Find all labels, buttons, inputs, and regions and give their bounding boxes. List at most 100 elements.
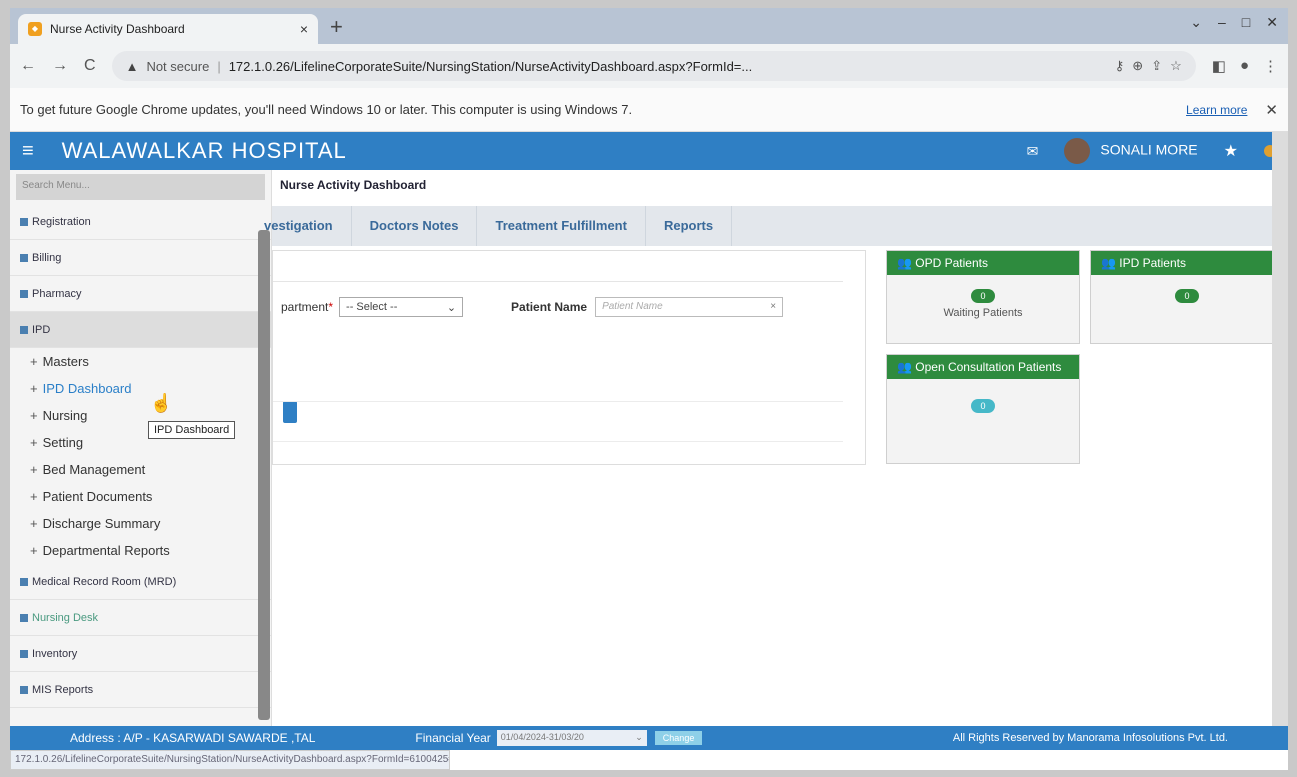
sidebar-item-nursing-desk[interactable]: Nursing Desk <box>10 600 271 636</box>
page-scrollbar[interactable] <box>1272 132 1288 750</box>
plus-icon: + <box>30 543 38 558</box>
user-menu[interactable]: SONALI MORE <box>1064 138 1198 164</box>
count-badge: 0 <box>971 289 995 303</box>
search-button[interactable] <box>283 401 297 423</box>
sidebar-sub-departmental-reports[interactable]: + Departmental Reports <box>10 537 271 564</box>
reload-button[interactable]: C <box>84 57 96 75</box>
update-infobar: To get future Google Chrome updates, you… <box>10 88 1288 132</box>
financial-year-value: 01/04/2024-31/03/20 <box>500 732 584 742</box>
tab-reports[interactable]: Reports <box>646 206 733 246</box>
square-icon <box>20 577 28 586</box>
sidebar-item-label: Nursing Desk <box>32 611 99 624</box>
favicon-icon: ◆ <box>28 22 42 36</box>
sidebar-item-billing[interactable]: Billing <box>10 240 271 276</box>
sidebar-sub-label: Patient Documents <box>42 489 153 504</box>
square-icon <box>20 325 28 334</box>
key-icon[interactable]: ⚷ <box>1115 58 1125 74</box>
user-name: SONALI MORE <box>1100 141 1198 158</box>
warning-icon[interactable]: ▲ <box>126 59 139 74</box>
card-header: 👥 IPD Patients <box>1091 251 1283 275</box>
tab-doctors-notes[interactable]: Doctors Notes <box>352 206 478 246</box>
square-icon <box>20 613 28 622</box>
card-title: IPD Patients <box>1119 256 1186 270</box>
sidebar-sub-masters[interactable]: + Masters <box>10 348 271 375</box>
plus-icon: + <box>30 408 38 423</box>
avatar <box>1064 138 1091 164</box>
forward-button[interactable]: → <box>52 57 68 75</box>
sidebar-sub-ipd-dashboard[interactable]: + IPD Dashboard <box>10 375 271 402</box>
count-badge: 0 <box>1175 289 1199 303</box>
sidebar-item-inventory[interactable]: Inventory <box>10 636 271 672</box>
back-button[interactable]: ← <box>20 57 36 75</box>
tab-treatment-fulfillment[interactable]: Treatment Fulfillment <box>477 206 646 246</box>
menu-search-input[interactable]: Search Menu... <box>16 174 265 200</box>
sidebar-sub-discharge-summary[interactable]: + Discharge Summary <box>10 510 271 537</box>
card-title: OPD Patients <box>915 256 988 270</box>
financial-year-label: Financial Year <box>415 731 491 745</box>
sidebar-item-label: Inventory <box>32 647 78 660</box>
square-icon <box>20 649 28 658</box>
sidebar-item-registration[interactable]: Registration <box>10 204 271 240</box>
chevron-down-icon: ⌄ <box>635 732 643 742</box>
filter-panel: partment* -- Select -- ⌄ Patient Name Pat… <box>272 250 866 465</box>
sidebar-sub-bed-management[interactable]: + Bed Management <box>10 456 271 483</box>
sidebar-item-label: Registration <box>32 215 91 228</box>
sidebar-sub-patient-documents[interactable]: + Patient Documents <box>10 483 271 510</box>
tab-title: Nurse Activity Dashboard <box>50 22 185 36</box>
more-menu-icon[interactable]: ⋮ <box>1263 57 1278 75</box>
plus-icon: + <box>30 516 38 531</box>
count-badge: 0 <box>971 399 995 413</box>
users-icon: 👥 <box>1101 256 1120 270</box>
department-select[interactable]: -- Select -- ⌄ <box>339 297 464 317</box>
clear-icon[interactable]: × <box>770 301 776 313</box>
mail-icon[interactable]: ✉ <box>1027 143 1039 160</box>
department-select-value: -- Select -- <box>346 301 398 313</box>
sidebar-scrollbar[interactable] <box>258 230 270 720</box>
square-icon <box>20 289 28 298</box>
tab-bar: vestigation Doctors Notes Treatment Fulf… <box>264 206 1272 246</box>
zoom-icon[interactable]: ⊕ <box>1132 58 1143 74</box>
sidepanel-icon[interactable]: ◧ <box>1212 57 1226 75</box>
opd-patients-card[interactable]: 👥 OPD Patients 0 Waiting Patients <box>886 250 1080 344</box>
new-tab-button[interactable]: + <box>330 14 343 40</box>
sidebar-item-pharmacy[interactable]: Pharmacy <box>10 276 271 312</box>
sidebar: Search Menu... Registration Billing Phar… <box>10 170 272 726</box>
browser-toolbar: ← → C ▲ Not secure | 172.1.0.26/Lifeline… <box>10 44 1288 88</box>
financial-year-select[interactable]: 01/04/2024-31/03/20 ⌄ <box>496 730 647 746</box>
card-body: 0 <box>887 379 1079 417</box>
tab-investigation[interactable]: vestigation <box>264 206 352 246</box>
security-status[interactable]: Not secure <box>146 59 209 74</box>
filter-form: partment* -- Select -- ⌄ Patient Name Pat… <box>281 297 784 317</box>
menu-icon[interactable]: ≡ <box>22 140 34 163</box>
patient-name-input[interactable]: Patient Name × <box>595 297 784 317</box>
open-consultation-card[interactable]: 👥 Open Consultation Patients 0 <box>886 354 1080 464</box>
sidebar-item-ipd[interactable]: IPD <box>10 312 271 348</box>
sidebar-item-label: MIS Reports <box>32 683 94 696</box>
share-icon[interactable]: ⇪ <box>1151 58 1162 74</box>
learn-more-link[interactable]: Learn more <box>1186 103 1247 117</box>
copyright-text: All Rights Reserved by Manorama Infosolu… <box>952 732 1228 744</box>
divider <box>273 401 843 402</box>
sidebar-item-label: IPD <box>32 323 51 336</box>
infobar-message: To get future Google Chrome updates, you… <box>20 102 633 117</box>
patient-name-placeholder: Patient Name <box>602 301 663 312</box>
card-header: 👥 Open Consultation Patients <box>887 355 1079 379</box>
sidebar-item-mis-reports[interactable]: MIS Reports <box>10 672 271 708</box>
star-icon[interactable]: ★ <box>1224 141 1238 161</box>
bookmark-star-icon[interactable]: ☆ <box>1170 58 1182 74</box>
address-bar[interactable]: ▲ Not secure | 172.1.0.26/LifelineCorpor… <box>111 51 1196 81</box>
minimize-icon[interactable]: – <box>1218 14 1226 31</box>
toolbar-icons: ◧ ● ⋮ <box>1212 57 1278 75</box>
url-text[interactable]: 172.1.0.26/LifelineCorporateSuite/Nursin… <box>229 59 1107 74</box>
tab-close-icon[interactable]: × <box>300 21 308 37</box>
change-button[interactable]: Change <box>654 731 703 745</box>
sidebar-item-mrd[interactable]: Medical Record Room (MRD) <box>10 564 271 600</box>
users-icon: 👥 <box>897 256 916 270</box>
close-window-icon[interactable]: ✕ <box>1266 14 1278 31</box>
ipd-patients-card[interactable]: 👥 IPD Patients 0 <box>1090 250 1284 344</box>
chevron-down-icon[interactable]: ⌄ <box>1190 14 1202 31</box>
maximize-icon[interactable]: □ <box>1242 14 1250 31</box>
profile-icon[interactable]: ● <box>1240 57 1249 75</box>
infobar-close-icon[interactable]: ✕ <box>1265 101 1278 119</box>
browser-tab[interactable]: ◆ Nurse Activity Dashboard × <box>18 14 318 44</box>
